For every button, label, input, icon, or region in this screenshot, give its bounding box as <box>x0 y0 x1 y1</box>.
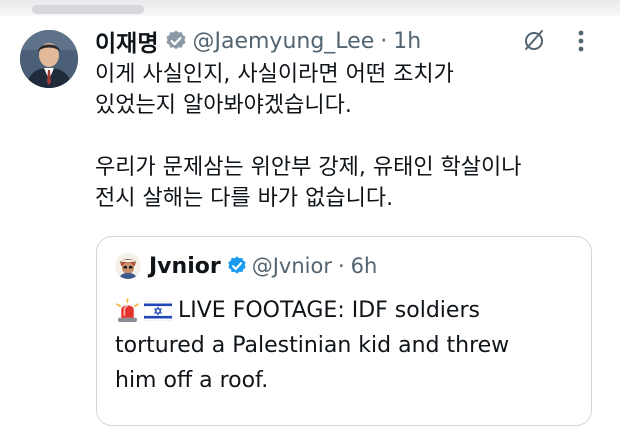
mute-icon[interactable] <box>522 28 546 52</box>
tweet-line: 전시 살해는 다를 바가 없습니다. <box>95 186 394 211</box>
quoted-body: LIVE FOOTAGE: IDF soldiers tortured a Pa… <box>115 293 585 398</box>
rotating-light-emoji <box>116 298 139 322</box>
tweet-line: 우리가 문제삼는 위안부 강제, 유태인 학살이나 <box>95 155 522 180</box>
quoted-tweet-card[interactable]: Jvnior @Jvnior · 6h LIVE FOOTAGE: IDF so… <box>96 236 592 426</box>
quoted-handle[interactable]: @Jvnior <box>252 254 332 278</box>
author-handle[interactable]: @Jaemyung_Lee <box>192 29 374 54</box>
more-vertical-icon[interactable] <box>578 30 584 52</box>
author-avatar[interactable] <box>20 30 78 88</box>
tweet-header: 이재명 @Jaemyung_Lee · 1h <box>95 24 421 58</box>
tweet-body: 이게 사실인지, 사실이라면 어떤 조치가 있었는지 알아봐야겠습니다. 우리가… <box>95 59 610 214</box>
header-separator: · <box>380 28 388 54</box>
tweet-line: 이게 사실인지, 사실이라면 어떤 조치가 <box>95 62 454 87</box>
author-avatar-image <box>20 30 78 88</box>
quoted-line-1-text: LIVE FOOTAGE: IDF soldiers <box>178 298 480 323</box>
top-strip <box>0 0 620 16</box>
israel-flag-emoji <box>144 300 172 321</box>
verified-badge-icon <box>227 256 246 274</box>
quoted-header: Jvnior @Jvnior · 6h <box>149 251 377 281</box>
author-display-name[interactable]: 이재명 <box>95 24 158 58</box>
tweet-line <box>95 121 610 152</box>
tweet-line: 있었는지 알아봐야겠습니다. <box>95 93 352 118</box>
quoted-separator: · <box>337 254 345 278</box>
tweet-time[interactable]: 1h <box>393 29 421 54</box>
verified-badge-icon <box>166 30 186 50</box>
top-tab-pill <box>32 5 144 14</box>
quoted-line-2: tortured a Palestinian kid and threw <box>115 333 510 358</box>
quoted-display-name[interactable]: Jvnior <box>149 254 221 279</box>
quoted-line-3: him off a roof. <box>115 368 269 393</box>
quoted-avatar-image <box>115 253 141 279</box>
quoted-line-1: LIVE FOOTAGE: IDF soldiers <box>115 293 585 328</box>
quoted-time[interactable]: 6h <box>351 254 378 278</box>
quoted-avatar[interactable] <box>115 253 141 279</box>
